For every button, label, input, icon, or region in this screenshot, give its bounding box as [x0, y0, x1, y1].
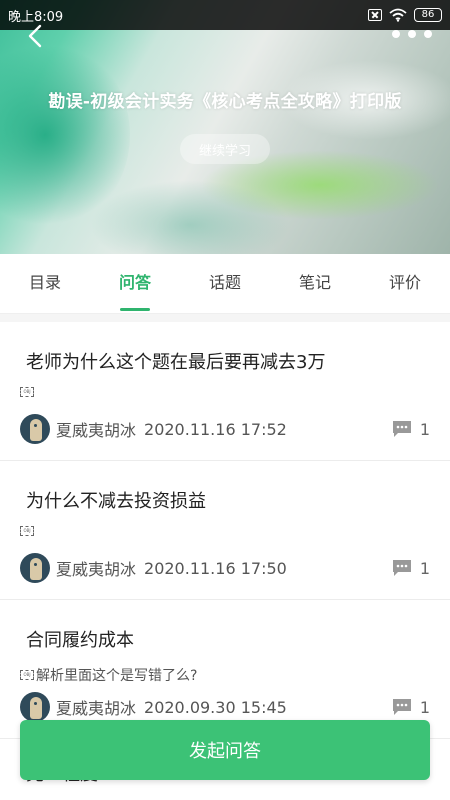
question-title: 合同履约成本: [26, 630, 134, 651]
image-placeholder-icon: OBJ: [20, 670, 34, 680]
tab-catalog[interactable]: 目录: [0, 254, 90, 313]
author-name: 夏威夷胡冰: [56, 421, 137, 440]
comment-count-group[interactable]: 1: [392, 420, 430, 439]
battery-icon: 86: [414, 8, 442, 22]
comment-icon: [392, 560, 411, 576]
tab-topics[interactable]: 话题: [180, 254, 270, 313]
question-item[interactable]: 老师为什么这个题在最后要再减去3万 OBJ 夏威夷胡冰 2020.11.16 1…: [0, 322, 450, 461]
question-description: OBJ: [20, 387, 36, 397]
question-description: OBJ 解析里面这个是写错了么?: [20, 665, 197, 685]
question-item[interactable]: 合同履约成本 OBJ 解析里面这个是写错了么? 夏威夷胡冰 2020.09.30…: [0, 600, 450, 739]
course-title: 勘误-初级会计实务《核心考点全攻略》打印版: [48, 92, 402, 112]
tab-reviews[interactable]: 评价: [360, 254, 450, 313]
comment-count: 1: [419, 419, 430, 439]
image-placeholder-icon: OBJ: [20, 387, 34, 397]
comment-count-group[interactable]: 1: [392, 559, 430, 578]
question-meta: 夏威夷胡冰 2020.09.30 15:45 1: [20, 691, 430, 723]
sim-off-icon: [368, 9, 382, 21]
image-placeholder-icon: OBJ: [20, 526, 34, 536]
more-dots-icon[interactable]: [392, 26, 432, 42]
question-list: 老师为什么这个题在最后要再减去3万 OBJ 夏威夷胡冰 2020.11.16 1…: [0, 322, 450, 739]
author-name: 夏威夷胡冰: [56, 560, 137, 579]
tab-qa[interactable]: 问答: [90, 254, 180, 313]
question-description: OBJ: [20, 526, 36, 536]
question-meta: 夏威夷胡冰 2020.11.16 17:50 1: [20, 552, 430, 584]
avatar[interactable]: [20, 692, 50, 722]
question-item[interactable]: 为什么不减去投资损益 OBJ 夏威夷胡冰 2020.11.16 17:50 1: [0, 461, 450, 600]
avatar[interactable]: [20, 414, 50, 444]
comment-icon: [392, 699, 411, 715]
chevron-left-icon[interactable]: [22, 22, 50, 50]
question-time: 2020.11.16 17:50: [144, 558, 287, 578]
tab-bar: 目录 问答 话题 笔记 评价: [0, 254, 450, 314]
comment-count: 1: [419, 558, 430, 578]
question-title: 为什么不减去投资损益: [26, 491, 206, 512]
avatar[interactable]: [20, 553, 50, 583]
question-time: 2020.09.30 15:45: [144, 697, 287, 717]
comment-count: 1: [419, 697, 430, 717]
course-banner: [0, 0, 450, 254]
author-name: 夏威夷胡冰: [56, 699, 137, 718]
tab-notes[interactable]: 笔记: [270, 254, 360, 313]
status-bar: 晚上8:09 86: [0, 0, 450, 30]
question-title: 老师为什么这个题在最后要再减去3万: [26, 352, 326, 373]
comment-count-group[interactable]: 1: [392, 698, 430, 717]
question-meta: 夏威夷胡冰 2020.11.16 17:52 1: [20, 413, 430, 445]
wifi-icon: [389, 8, 407, 22]
ask-question-button[interactable]: 发起问答: [20, 720, 430, 780]
question-time: 2020.11.16 17:52: [144, 419, 287, 439]
continue-study-button[interactable]: 继续学习: [180, 134, 270, 164]
comment-icon: [392, 421, 411, 437]
divider: [0, 314, 450, 322]
